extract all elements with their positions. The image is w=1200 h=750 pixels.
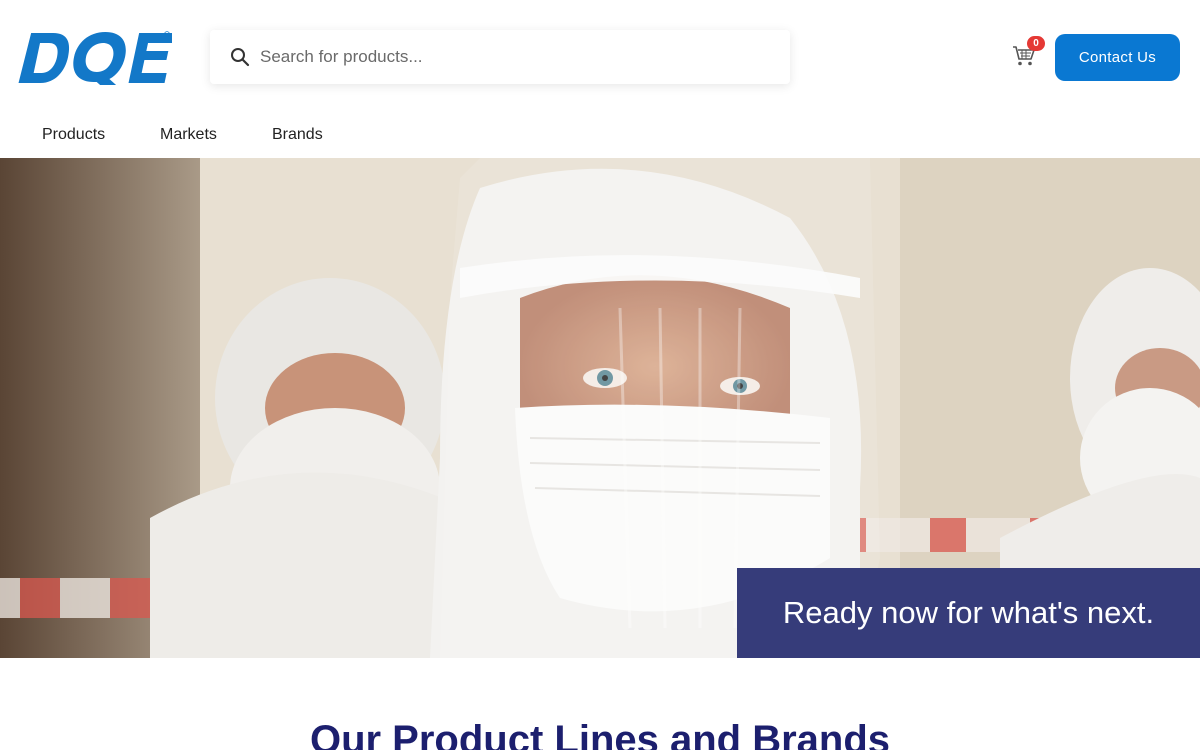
contact-us-button[interactable]: Contact Us bbox=[1055, 34, 1180, 81]
search-bar bbox=[210, 30, 790, 84]
hero-banner: Ready now for what's next. bbox=[0, 158, 1200, 658]
section-title: Our Product Lines and Brands bbox=[309, 718, 891, 750]
nav-item-markets[interactable]: Markets bbox=[160, 126, 217, 144]
main-nav: Products Markets Brands bbox=[0, 114, 1200, 158]
search-icon[interactable] bbox=[230, 47, 250, 67]
hero-caption-text: Ready now for what's next. bbox=[782, 595, 1155, 630]
dqe-logo[interactable] bbox=[10, 29, 172, 87]
nav-item-brands[interactable]: Brands bbox=[272, 126, 323, 144]
hero-caption-box: Ready now for what's next. bbox=[737, 568, 1200, 658]
nav-item-products[interactable]: Products bbox=[42, 126, 105, 144]
dqe-logo-mark bbox=[18, 31, 172, 85]
search-input[interactable] bbox=[258, 30, 778, 84]
site-header: 0 Contact Us Products Markets Brands bbox=[0, 0, 1200, 158]
cart-count-badge: 0 bbox=[1027, 36, 1045, 51]
